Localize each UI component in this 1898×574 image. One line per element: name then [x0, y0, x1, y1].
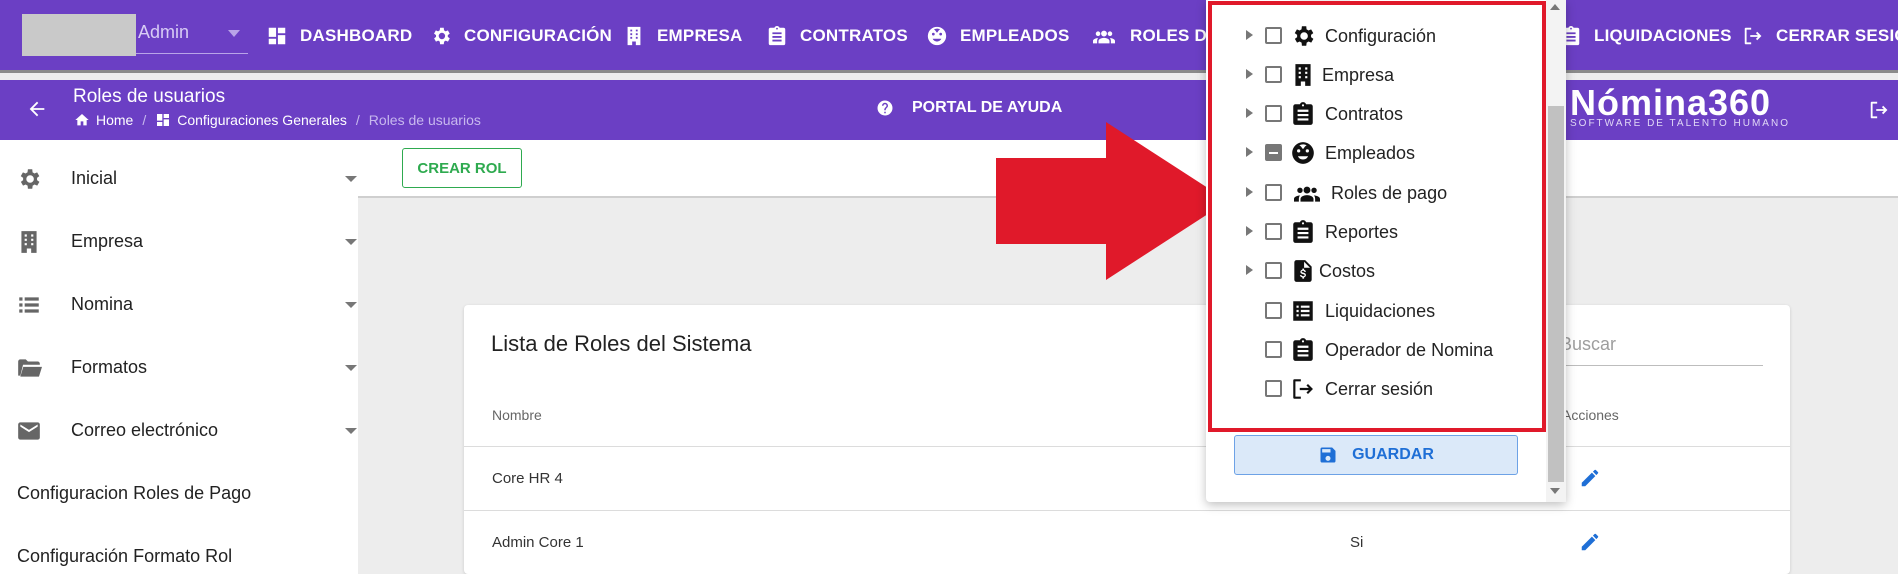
- page-title: Roles de usuarios: [73, 86, 226, 107]
- building-icon: [623, 25, 645, 47]
- search-input[interactable]: Buscar: [1560, 328, 1763, 366]
- face-icon: [926, 25, 948, 47]
- search-placeholder: Buscar: [1560, 334, 1617, 354]
- nav-cerrar-sesion-label: CERRAR SESIÓN: [1776, 26, 1898, 45]
- breadcrumb-separator: /: [142, 112, 147, 128]
- save-button[interactable]: GUARDAR: [1234, 435, 1518, 475]
- nav-empleados-label: EMPLEADOS: [960, 26, 1070, 45]
- edit-icon[interactable]: [1579, 467, 1601, 489]
- create-role-button[interactable]: CREAR ROL: [402, 148, 522, 188]
- nav-roles-de-pago[interactable]: ROLES DE: [1090, 22, 1219, 50]
- sidebar-item-label: Inicial: [71, 168, 118, 188]
- card-title: Lista de Roles del Sistema: [491, 331, 752, 356]
- sidebar-item-label: Nomina: [71, 294, 134, 314]
- column-header-acciones: Acciones: [1562, 407, 1619, 423]
- folder-icon: [16, 355, 42, 381]
- table-cell-status: Si: [1350, 534, 1364, 551]
- scroll-down-arrow-icon[interactable]: [1550, 488, 1560, 494]
- sidebar-item-label: Empresa: [71, 231, 144, 251]
- company-logo-placeholder: [22, 14, 136, 56]
- help-icon: [876, 99, 894, 117]
- red-highlight-box: [1208, 1, 1546, 432]
- sidebar-item-inicial[interactable]: Inicial: [0, 158, 358, 198]
- row-divider: [464, 510, 1790, 511]
- edit-icon[interactable]: [1579, 531, 1601, 553]
- clipboard-icon: [766, 25, 788, 47]
- nav-configuracion[interactable]: CONFIGURACIÓN: [430, 22, 612, 50]
- chevron-down-icon: [345, 302, 357, 308]
- logout-icon[interactable]: [1868, 99, 1890, 121]
- nav-configuracion-label: CONFIGURACIÓN: [464, 26, 613, 45]
- chevron-down-icon: [345, 239, 357, 245]
- column-header-nombre: Nombre: [492, 407, 542, 423]
- sidebar-item-formatos[interactable]: Formatos: [0, 347, 358, 387]
- help-portal-label: PORTAL DE AYUDA: [912, 99, 1063, 116]
- help-portal-link[interactable]: PORTAL DE AYUDA: [876, 99, 1062, 117]
- save-icon: [1318, 445, 1338, 465]
- nav-liquidaciones-label: LIQUIDACIONES: [1594, 26, 1732, 45]
- dashboard-icon: [155, 112, 171, 128]
- user-role-label: Admin: [138, 22, 190, 42]
- brand-logo: Nómina360 SOFTWARE DE TALENTO HUMANO: [1570, 82, 1790, 130]
- user-role-select[interactable]: Admin: [136, 16, 248, 54]
- sidebar-item-label: Correo electrónico: [71, 420, 219, 440]
- breadcrumb: Home / Configuraciones Generales / Roles…: [74, 112, 481, 128]
- brand-tagline: SOFTWARE DE TALENTO HUMANO: [1570, 118, 1790, 129]
- nav-cerrar-sesion[interactable]: CERRAR SESIÓN: [1742, 22, 1898, 50]
- breadcrumb-current: Roles de usuarios: [368, 112, 481, 128]
- nav-empleados[interactable]: EMPLEADOS: [926, 22, 1069, 50]
- sidebar-item-nomina[interactable]: Nomina: [0, 284, 358, 324]
- list-icon: [16, 292, 42, 318]
- building-icon: [16, 229, 42, 255]
- chevron-down-icon: [345, 428, 357, 434]
- red-arrow-annotation: [996, 122, 1228, 280]
- chevron-down-icon: [228, 30, 240, 37]
- people-icon: [1090, 25, 1118, 47]
- nav-contratos[interactable]: CONTRATOS: [766, 22, 908, 50]
- sidebar-link-config-roles-pago[interactable]: Configuracion Roles de Pago: [17, 483, 251, 504]
- dashboard-icon: [266, 25, 288, 47]
- mail-icon: [16, 418, 42, 444]
- sidebar-link-config-formato-rol[interactable]: Configuración Formato Rol: [17, 546, 232, 567]
- chevron-down-icon: [345, 365, 357, 371]
- nav-dashboard[interactable]: DASHBOARD: [266, 22, 412, 50]
- nav-empresa[interactable]: EMPRESA: [623, 22, 742, 50]
- top-navbar-divider: [0, 70, 1898, 73]
- table-cell-name: Core HR 4: [492, 470, 563, 487]
- logout-icon: [1742, 25, 1764, 47]
- save-button-label: GUARDAR: [1352, 446, 1434, 463]
- chevron-down-icon: [345, 176, 357, 182]
- nav-empresa-label: EMPRESA: [657, 26, 743, 45]
- scroll-up-arrow-icon[interactable]: [1550, 4, 1560, 10]
- gear-icon: [16, 166, 42, 192]
- gear-icon: [430, 25, 452, 47]
- nav-dashboard-label: DASHBOARD: [300, 26, 413, 45]
- nav-contratos-label: CONTRATOS: [800, 26, 908, 45]
- nav-liquidaciones[interactable]: LIQUIDACIONES: [1560, 22, 1732, 50]
- sidebar: Inicial Empresa Nomina Formatos Correo e…: [0, 140, 358, 574]
- breadcrumb-home[interactable]: Home: [96, 112, 133, 128]
- sidebar-item-correo[interactable]: Correo electrónico: [0, 410, 358, 450]
- home-icon: [74, 112, 90, 128]
- sidebar-item-label: Formatos: [71, 357, 148, 377]
- breadcrumb-separator: /: [355, 112, 360, 128]
- breadcrumb-configuraciones[interactable]: Configuraciones Generales: [177, 112, 347, 128]
- row-divider: [464, 446, 1790, 447]
- scrollbar-thumb[interactable]: [1548, 106, 1564, 482]
- back-arrow-icon[interactable]: [26, 98, 48, 120]
- table-cell-name: Admin Core 1: [492, 534, 584, 551]
- sidebar-item-empresa[interactable]: Empresa: [0, 221, 358, 261]
